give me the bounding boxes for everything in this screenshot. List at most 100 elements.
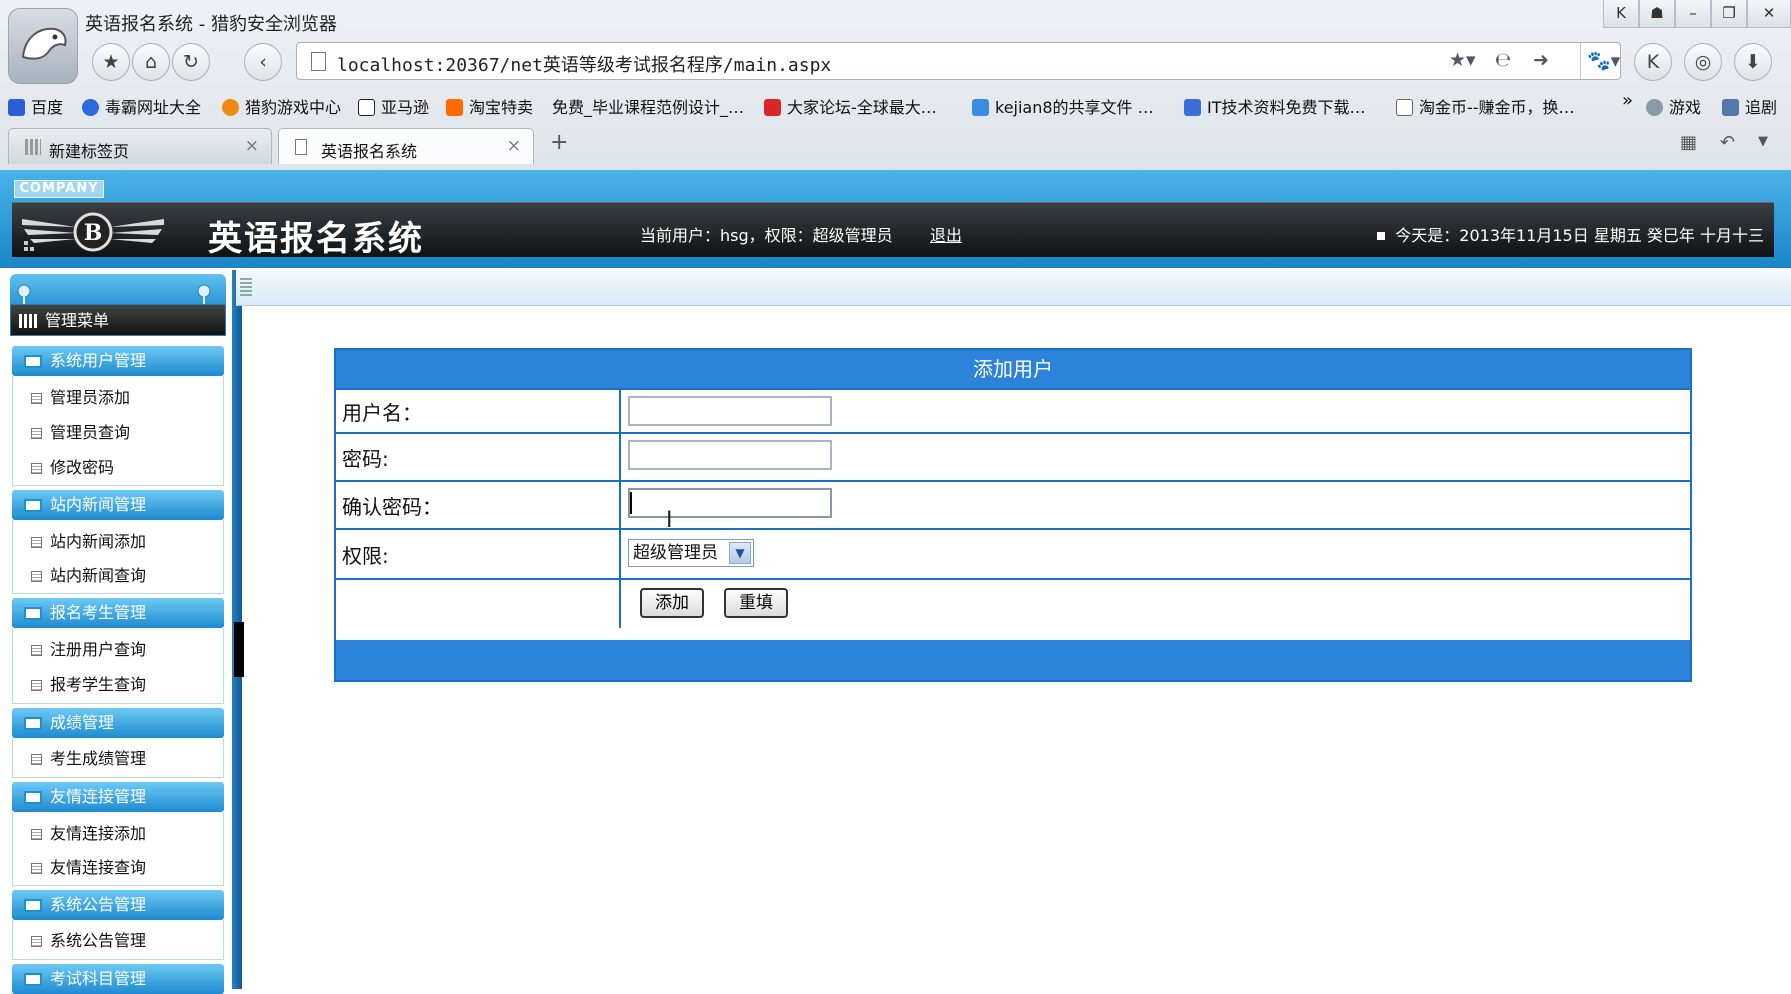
new-tab-button[interactable]: +: [550, 130, 568, 155]
book-icon: [24, 499, 42, 512]
bookmark-item[interactable]: 游戏: [1646, 94, 1701, 118]
confirm-password-input[interactable]: [628, 488, 832, 518]
role-label: 权限:: [342, 544, 389, 568]
reset-button[interactable]: 重填: [724, 588, 788, 618]
add-button[interactable]: 添加: [640, 588, 704, 618]
bookmarks-overflow-icon[interactable]: »: [1622, 90, 1633, 111]
game-controller-icon: [1646, 99, 1663, 116]
tv-icon: [1722, 99, 1739, 116]
sidebar-section-body: 系统公告管理: [12, 920, 224, 960]
password-input[interactable]: [628, 440, 832, 470]
refresh-icon[interactable]: ↻: [172, 43, 210, 81]
address-bar[interactable]: localhost:20367/net英语等级考试报名程序/main.aspx …: [296, 42, 1621, 80]
close-icon[interactable]: ×: [507, 136, 521, 156]
url-text[interactable]: localhost:20367/net英语等级考试报名程序/main.aspx: [337, 51, 831, 77]
browser-chrome: 英语报名系统 - 猎豹安全浏览器 K ☗ – ❐ ✕ ★ ⌂ ↻ ‹ local…: [0, 0, 1791, 170]
tab-grid-icon[interactable]: ▦: [1680, 132, 1697, 153]
document-icon: [31, 829, 42, 840]
sidebar-item-links-add[interactable]: 友情连接添加: [31, 820, 146, 844]
sidebar-section-score-management[interactable]: 成绩管理: [12, 708, 224, 738]
ie-mode-icon[interactable]: ℮: [1495, 49, 1511, 71]
sidebar-item-admin-query[interactable]: 管理员查询: [31, 419, 130, 443]
window-title: 英语报名系统 - 猎豹安全浏览器: [85, 14, 337, 35]
sidebar-item-news-add[interactable]: 站内新闻添加: [31, 528, 146, 552]
content-toolbar: [236, 270, 1791, 306]
password-row: 密码:: [336, 432, 1690, 480]
sidebar-item-exam-students[interactable]: 报考学生查询: [31, 671, 146, 695]
book-icon: [24, 899, 42, 912]
home-icon[interactable]: ⌂: [132, 43, 170, 81]
sidebar-item-links-query[interactable]: 友情连接查询: [31, 854, 146, 878]
taobao-icon: [446, 99, 463, 116]
book-icon: [24, 717, 42, 730]
bookmark-item[interactable]: 免费_毕业课程范例设计_…: [552, 94, 744, 118]
sidebar-item-score-manage[interactable]: 考生成绩管理: [31, 745, 146, 769]
sidebar-item-notice-manage[interactable]: 系统公告管理: [31, 927, 146, 951]
document-icon: [31, 393, 42, 404]
skin-icon[interactable]: K: [1603, 0, 1639, 28]
document-icon: [31, 428, 42, 439]
close-icon[interactable]: ✕: [1747, 0, 1791, 28]
tab-current[interactable]: 英语报名系统 ×: [278, 128, 534, 164]
go-arrow-icon[interactable]: ➜: [1533, 49, 1549, 71]
shirt-icon[interactable]: ☗: [1639, 0, 1675, 28]
text-cursor-icon: I: [666, 508, 673, 533]
bookmark-item[interactable]: IT技术资料免费下载…: [1184, 94, 1366, 118]
bookmark-item[interactable]: 大家论坛-全球最大…: [764, 94, 937, 118]
tab-menu-chevron-down-icon[interactable]: ▼: [1758, 134, 1768, 149]
undo-close-icon[interactable]: ↶: [1720, 132, 1735, 153]
document-icon: [31, 537, 42, 548]
system-title: 英语报名系统: [208, 219, 424, 259]
bookmark-item[interactable]: 毒霸网址大全: [82, 94, 201, 118]
baidu-search-engine-icon[interactable]: 🐾▾: [1587, 49, 1620, 72]
confirm-password-row: 确认密码：: [336, 480, 1690, 528]
grid-icon: [25, 139, 41, 155]
close-icon[interactable]: ×: [245, 136, 259, 156]
star-menu-icon[interactable]: ★▾: [1449, 49, 1476, 71]
bookmark-item[interactable]: 追剧: [1722, 94, 1777, 118]
restore-icon[interactable]: ❐: [1711, 0, 1747, 28]
duba-k-icon: [82, 99, 99, 116]
sidebar-item-registered-users[interactable]: 注册用户查询: [31, 636, 146, 660]
collapse-arrow-icon[interactable]: [234, 622, 244, 677]
role-select[interactable]: 超级管理员 ▼: [628, 539, 754, 567]
logout-link[interactable]: 退出: [930, 222, 962, 246]
sidebar-item-news-query[interactable]: 站内新闻查询: [31, 562, 146, 586]
bookmark-item[interactable]: 亚马逊: [358, 94, 429, 118]
bookmark-item[interactable]: 淘金币--赚金币，换…: [1396, 94, 1575, 118]
navigation-toolbar: ★ ⌂ ↻ ‹ localhost:20367/net英语等级考试报名程序/ma…: [88, 40, 1788, 84]
form-footer-bar: [336, 640, 1690, 680]
amazon-icon: [358, 99, 375, 116]
add-user-form: 添加用户 用户名： 密码: 确认密码： 权限: 超级管理员 ▼ 添加 重填: [334, 348, 1692, 682]
baidu-paw-icon: [8, 99, 25, 116]
document-icon: [31, 463, 42, 474]
minimize-icon[interactable]: –: [1675, 0, 1711, 28]
kingsoft-k-icon[interactable]: K: [1634, 43, 1672, 81]
sidebar-section-news-management[interactable]: 站内新闻管理: [12, 490, 224, 520]
favorite-star-icon[interactable]: ★: [92, 43, 130, 81]
chevron-down-icon[interactable]: ▼: [729, 542, 751, 564]
shield-icon[interactable]: ◎: [1684, 43, 1722, 81]
window-controls: K ☗ – ❐ ✕: [1603, 0, 1791, 30]
bookmark-item[interactable]: kejian8的共享文件 …: [972, 94, 1154, 118]
sidebar-section-candidate-management[interactable]: 报名考生管理: [12, 598, 224, 628]
bookmark-item[interactable]: 淘宝特卖: [446, 94, 533, 118]
book-icon: [24, 355, 42, 368]
page-icon: [311, 52, 326, 71]
back-icon[interactable]: ‹: [244, 43, 282, 81]
sidebar-section-notice-management[interactable]: 系统公告管理: [12, 890, 224, 920]
sidebar-section-user-management[interactable]: 系统用户管理: [12, 346, 224, 376]
button-row: 添加 重填: [336, 578, 1690, 628]
svg-text:B: B: [84, 220, 103, 246]
sidebar-section-links-management[interactable]: 友情连接管理: [12, 782, 224, 812]
bookmark-item[interactable]: 猎豹游戏中心: [222, 94, 341, 118]
tab-strip: 新建标签页 × 英语报名系统 × + ▦ ↶ ▼: [0, 126, 1791, 166]
bookmark-item[interactable]: 百度: [8, 94, 63, 118]
cheetah-logo-icon[interactable]: [8, 8, 78, 84]
sidebar-item-change-password[interactable]: 修改密码: [31, 454, 114, 478]
sidebar-item-admin-add[interactable]: 管理员添加: [31, 384, 130, 408]
download-icon[interactable]: ⬇: [1734, 43, 1772, 81]
username-input[interactable]: [628, 396, 832, 426]
tab-new[interactable]: 新建标签页 ×: [8, 128, 272, 164]
sidebar-section-subject-management[interactable]: 考试科目管理: [12, 964, 224, 994]
